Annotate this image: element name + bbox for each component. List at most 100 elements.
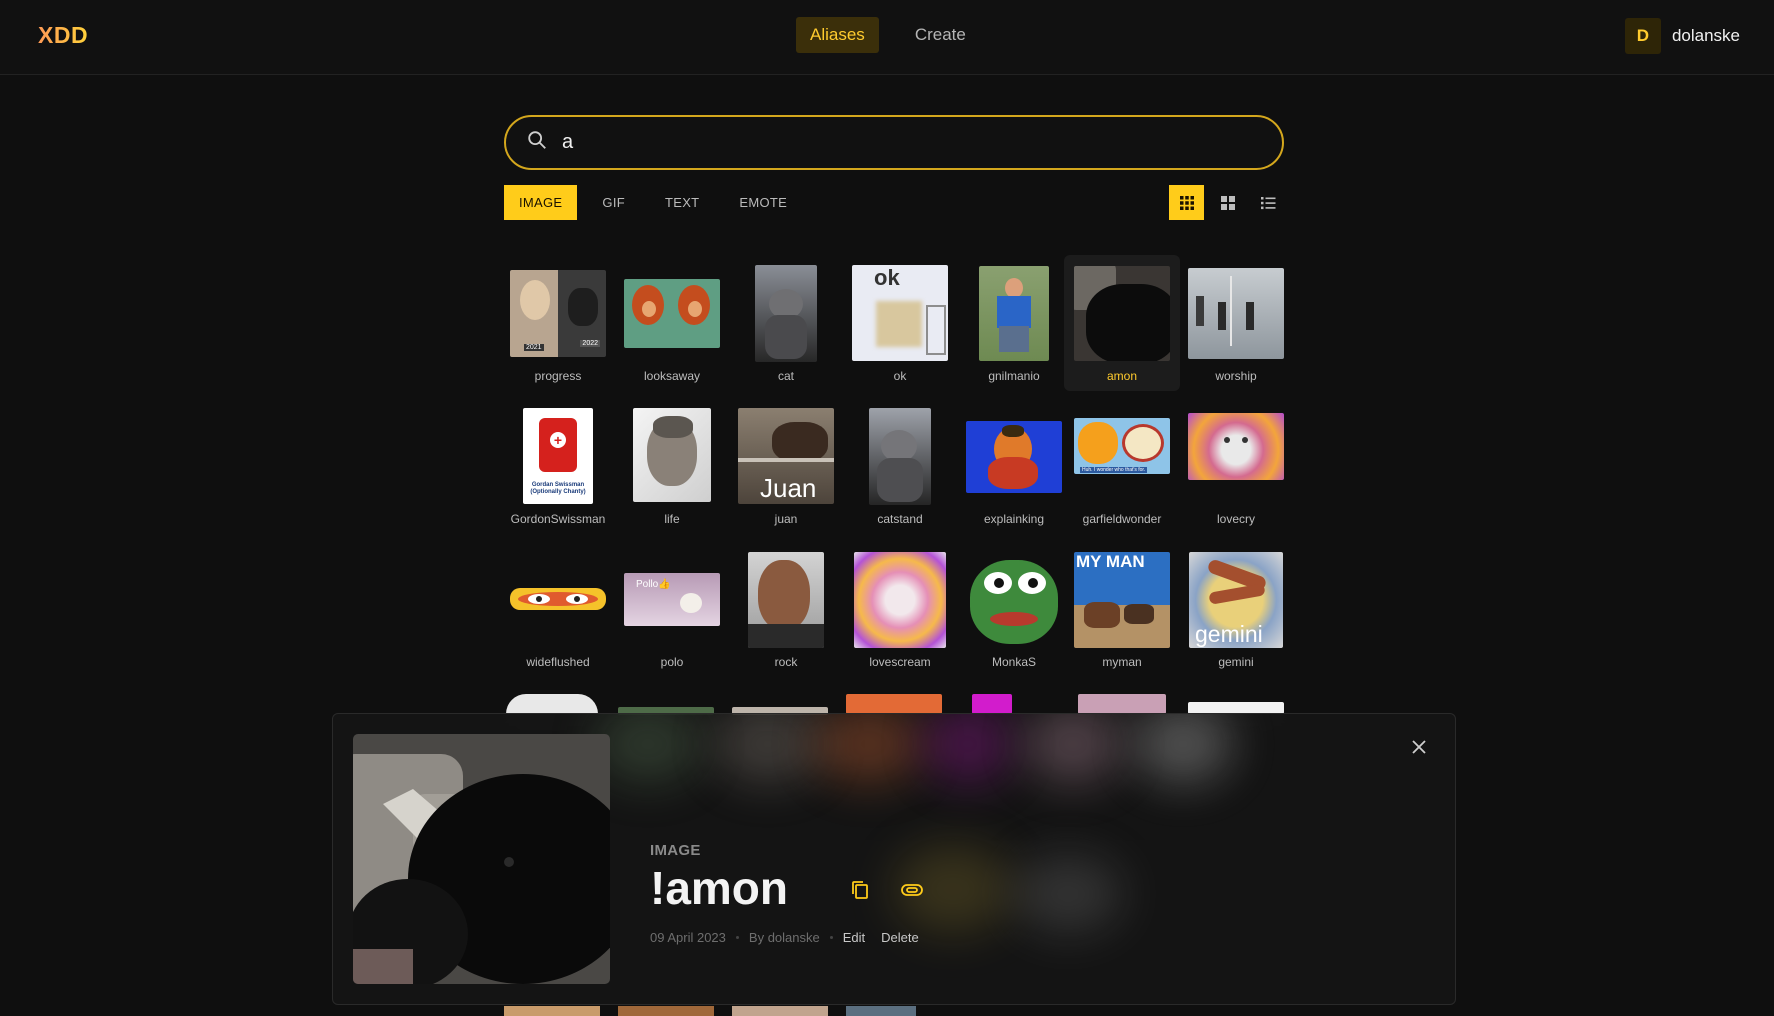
thumb-caption: ok [874, 265, 900, 290]
copy-button[interactable] [847, 877, 873, 903]
separator-dot [735, 936, 739, 939]
alias-card[interactable]: lovecry [1178, 398, 1294, 534]
thumb-caption: 2021 [524, 344, 544, 351]
thumbnail [1188, 268, 1284, 359]
alias-card[interactable]: cat [728, 255, 844, 391]
alias-label: life [664, 512, 680, 526]
alias-card[interactable]: life [614, 398, 730, 534]
alias-card[interactable]: looksaway [614, 255, 730, 391]
alias-card[interactable]: wideflushed [500, 541, 616, 677]
thumbnail [846, 694, 942, 714]
alias-card[interactable]: MY MAN myman [1064, 541, 1180, 677]
alias-card[interactable]: Huh. I wonder who that's for. garfieldwo… [1064, 398, 1180, 534]
view-toggles [1169, 185, 1286, 220]
alias-label: lovescream [869, 655, 931, 669]
alias-label: garfieldwonder [1082, 512, 1162, 526]
list-view-button[interactable] [1251, 185, 1286, 220]
type-filters: IMAGE GIF TEXT EMOTE [504, 185, 802, 220]
alias-label: gnilmanio [988, 369, 1040, 383]
alias-card[interactable]: explainking [956, 398, 1072, 534]
alias-card[interactable]: MonkaS [956, 541, 1072, 677]
thumbnail [633, 408, 711, 502]
alias-info: 09 April 2023 By dolanske Edit Delete [650, 930, 919, 945]
thumbnail [504, 1006, 600, 1016]
alias-card[interactable]: + Gordan Swissman (Optionally Chanty) Go… [500, 398, 616, 534]
alias-label: explainking [983, 512, 1045, 526]
nav-create[interactable]: Create [901, 17, 980, 53]
alias-meta: IMAGE !amon [650, 842, 788, 915]
thumbnail [748, 552, 824, 648]
alias-card[interactable]: Juan juan [728, 398, 844, 534]
alias-label: GordonSwissman [510, 512, 606, 526]
thumbnail [869, 408, 931, 505]
top-bar: XDD Aliases Create D dolanske [0, 0, 1774, 75]
thumbnail: Juan [738, 408, 834, 504]
thumb-caption: (Optionally Chanty) [530, 489, 586, 495]
alias-label: ok [893, 369, 907, 383]
alias-card[interactable]: lovescream [842, 541, 958, 677]
thumb-caption: MY MAN [1076, 552, 1145, 571]
edit-link[interactable]: Edit [843, 930, 865, 945]
search-icon [526, 129, 548, 156]
search-input[interactable] [562, 131, 1242, 154]
alias-card[interactable]: ok ok [842, 255, 958, 391]
alias-detail-panel: IMAGE !amon 09 April 2023 By dolanske Ed… [332, 713, 1456, 1005]
search-bar [504, 115, 1284, 170]
close-button[interactable] [1408, 736, 1430, 758]
thumb-caption: gemini [1195, 621, 1263, 647]
copy-link-button[interactable] [899, 877, 925, 903]
logo[interactable]: XDD [38, 22, 88, 49]
thumbnail [755, 265, 817, 362]
thumbnail [732, 1006, 828, 1016]
filter-text[interactable]: TEXT [650, 185, 714, 220]
thumb-caption: Huh. I wonder who that's for. [1080, 467, 1148, 473]
user-menu[interactable]: D dolanske [1624, 18, 1740, 54]
list-icon [1261, 196, 1276, 209]
alias-card[interactable]: 2021 2022 progress [500, 255, 616, 391]
alias-card[interactable]: Pollo👍 polo [614, 541, 730, 677]
thumbnail [510, 588, 606, 610]
alias-card-selected[interactable]: amon [1064, 255, 1180, 391]
thumbnail: Huh. I wonder who that's for. [1074, 418, 1170, 474]
nav-aliases[interactable]: Aliases [796, 17, 879, 53]
main-nav: Aliases Create [796, 17, 980, 53]
thumb-caption: 2022 [580, 340, 600, 347]
alias-card[interactable]: gnilmanio [956, 255, 1072, 391]
thumbnail: 2021 2022 [510, 270, 606, 357]
large-grid-view-button[interactable] [1210, 185, 1245, 220]
alias-card[interactable]: gemini gemini [1178, 541, 1294, 677]
thumbnail [972, 694, 1012, 714]
close-icon [1412, 740, 1426, 754]
alias-label: amon [1106, 369, 1138, 383]
thumbnail [854, 552, 946, 648]
small-grid-icon [1179, 195, 1194, 210]
thumbnail [1188, 413, 1284, 480]
thumbnail [1078, 694, 1166, 714]
created-date: 09 April 2023 [650, 930, 726, 945]
alias-card[interactable]: catstand [842, 398, 958, 534]
filter-gif[interactable]: GIF [587, 185, 640, 220]
alias-label: cat [777, 369, 794, 383]
link-icon [901, 884, 923, 896]
alias-label: wideflushed [526, 655, 590, 669]
alias-label: lovecry [1216, 512, 1255, 526]
username: dolanske [1671, 26, 1740, 45]
small-grid-view-button[interactable] [1169, 185, 1204, 220]
filter-image[interactable]: IMAGE [504, 185, 578, 220]
thumb-caption: Juan [760, 473, 817, 503]
thumbnail: Pollo👍 [624, 573, 720, 626]
alias-label: polo [660, 655, 684, 669]
alias-label: worship [1215, 369, 1257, 383]
thumbnail [966, 421, 1062, 493]
alias-label: gemini [1218, 655, 1254, 669]
thumbnail [618, 1006, 714, 1016]
alias-card[interactable]: worship [1178, 255, 1294, 391]
thumbnail: MY MAN [1074, 552, 1170, 648]
thumbnail [1074, 266, 1170, 361]
alias-label: rock [774, 655, 798, 669]
alias-card[interactable]: rock [728, 541, 844, 677]
filter-emote[interactable]: EMOTE [724, 185, 802, 220]
thumbnail [846, 1006, 916, 1016]
alias-actions [847, 877, 925, 903]
delete-link[interactable]: Delete [881, 930, 919, 945]
